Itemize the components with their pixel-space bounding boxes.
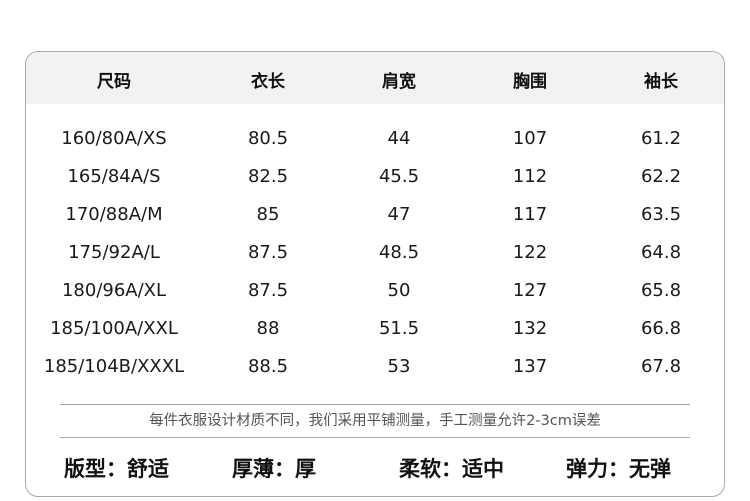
chest-cell: 127 xyxy=(512,280,548,301)
table-row: 180/96A/XL 87.5 50 127 65.8 xyxy=(26,279,724,317)
length-cell: 82.5 xyxy=(247,166,289,187)
table-row: 170/88A/M 85 47 117 63.5 xyxy=(26,203,724,241)
sleeve-cell: 62.2 xyxy=(640,166,682,187)
size-cell: 180/96A/XL xyxy=(61,280,167,301)
table-header: 尺码 衣长 肩宽 胸围 袖长 xyxy=(26,52,724,104)
attr-thickness: 厚薄：厚 xyxy=(232,457,316,481)
length-cell: 88.5 xyxy=(247,356,289,377)
header-shoulder: 肩宽 xyxy=(382,72,416,92)
chest-cell: 137 xyxy=(512,356,548,377)
length-cell: 87.5 xyxy=(247,242,289,263)
chest-cell: 112 xyxy=(512,166,548,187)
length-cell: 87.5 xyxy=(247,280,289,301)
table-row: 175/92A/L 87.5 48.5 122 64.8 xyxy=(26,241,724,279)
sleeve-cell: 66.8 xyxy=(640,318,682,339)
shoulder-cell: 44 xyxy=(387,128,411,149)
length-cell: 80.5 xyxy=(247,128,289,149)
size-cell: 165/84A/S xyxy=(67,166,161,187)
table-row: 185/100A/XXL 88 51.5 132 66.8 xyxy=(26,317,724,355)
shoulder-cell: 53 xyxy=(387,356,411,377)
size-cell: 185/104B/XXXL xyxy=(43,356,185,377)
chest-cell: 117 xyxy=(512,204,548,225)
attr-softness: 柔软：适中 xyxy=(399,457,504,481)
attr-elasticity: 弹力：无弹 xyxy=(566,457,671,481)
header-size: 尺码 xyxy=(97,72,131,92)
sleeve-cell: 64.8 xyxy=(640,242,682,263)
shoulder-cell: 51.5 xyxy=(378,318,420,339)
measurement-note: 每件衣服设计材质不同，我们采用平铺测量，手工测量允许2-3cm误差 xyxy=(149,413,601,429)
sleeve-cell: 67.8 xyxy=(640,356,682,377)
length-cell: 85 xyxy=(256,204,280,225)
header-chest: 胸围 xyxy=(513,72,547,92)
shoulder-cell: 50 xyxy=(387,280,411,301)
size-cell: 185/100A/XXL xyxy=(50,318,178,339)
header-sleeve: 袖长 xyxy=(644,72,678,92)
table-row: 185/104B/XXXL 88.5 53 137 67.8 xyxy=(26,355,724,393)
chest-cell: 107 xyxy=(512,128,548,149)
table-row: 165/84A/S 82.5 45.5 112 62.2 xyxy=(26,165,724,203)
table-row: 160/80A/XS 80.5 44 107 61.2 xyxy=(26,127,724,165)
header-length: 衣长 xyxy=(251,72,285,92)
chest-cell: 132 xyxy=(512,318,548,339)
fabric-attributes: 版型：舒适 厚薄：厚 柔软：适中 弹力：无弹 xyxy=(26,453,724,483)
size-cell: 160/80A/XS xyxy=(61,128,167,149)
shoulder-cell: 45.5 xyxy=(378,166,420,187)
shoulder-cell: 48.5 xyxy=(378,242,420,263)
size-chart-card: 尺码 衣长 肩宽 胸围 袖长 160/80A/XS 80.5 44 107 61… xyxy=(25,51,725,497)
sleeve-cell: 63.5 xyxy=(640,204,682,225)
sleeve-cell: 61.2 xyxy=(640,128,682,149)
chest-cell: 122 xyxy=(512,242,548,263)
length-cell: 88 xyxy=(256,318,280,339)
divider-bottom xyxy=(60,437,690,438)
divider-top xyxy=(60,404,690,405)
sleeve-cell: 65.8 xyxy=(640,280,682,301)
shoulder-cell: 47 xyxy=(387,204,411,225)
size-cell: 175/92A/L xyxy=(68,242,160,263)
size-cell: 170/88A/M xyxy=(65,204,163,225)
attr-fit: 版型：舒适 xyxy=(64,457,169,481)
